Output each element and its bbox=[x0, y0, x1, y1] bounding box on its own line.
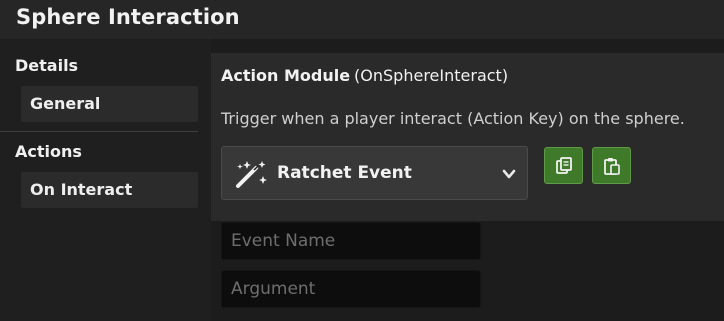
module-label: Action Module bbox=[221, 66, 351, 85]
title-bar: Sphere Interaction bbox=[0, 0, 724, 39]
window-title: Sphere Interaction bbox=[16, 5, 240, 29]
section-header-actions: Actions bbox=[15, 142, 82, 161]
event-type-dropdown[interactable]: Ratchet Event bbox=[221, 146, 528, 200]
sphere-interaction-window: Sphere Interaction Details General Actio… bbox=[0, 0, 724, 321]
copy-icon bbox=[556, 157, 572, 174]
sidebar: Details General Actions On Interact bbox=[0, 39, 211, 321]
magic-wand-icon bbox=[236, 161, 267, 188]
dropdown-selected-label: Ratchet Event bbox=[277, 163, 412, 183]
sidebar-item-on-interact[interactable]: On Interact bbox=[21, 172, 198, 208]
module-description: Trigger when a player interact (Action K… bbox=[221, 109, 685, 128]
module-title: Action Module (OnSphereInteract) bbox=[221, 66, 508, 85]
argument-field[interactable] bbox=[221, 270, 481, 308]
event-name-input[interactable] bbox=[222, 223, 480, 259]
copy-button[interactable] bbox=[544, 147, 583, 184]
main-panel: Action Module (OnSphereInteract) Trigger … bbox=[211, 39, 724, 321]
event-name-field[interactable] bbox=[221, 222, 481, 260]
sidebar-item-label: General bbox=[30, 94, 101, 113]
paste-icon bbox=[604, 158, 620, 175]
sidebar-item-general[interactable]: General bbox=[21, 86, 198, 122]
chevron-down-icon bbox=[502, 169, 516, 179]
paste-button[interactable] bbox=[592, 147, 631, 184]
section-header-details: Details bbox=[15, 56, 79, 75]
argument-input[interactable] bbox=[222, 271, 480, 307]
sidebar-divider bbox=[0, 131, 198, 132]
module-name: (OnSphereInteract) bbox=[354, 66, 509, 85]
sidebar-item-label: On Interact bbox=[30, 180, 133, 199]
